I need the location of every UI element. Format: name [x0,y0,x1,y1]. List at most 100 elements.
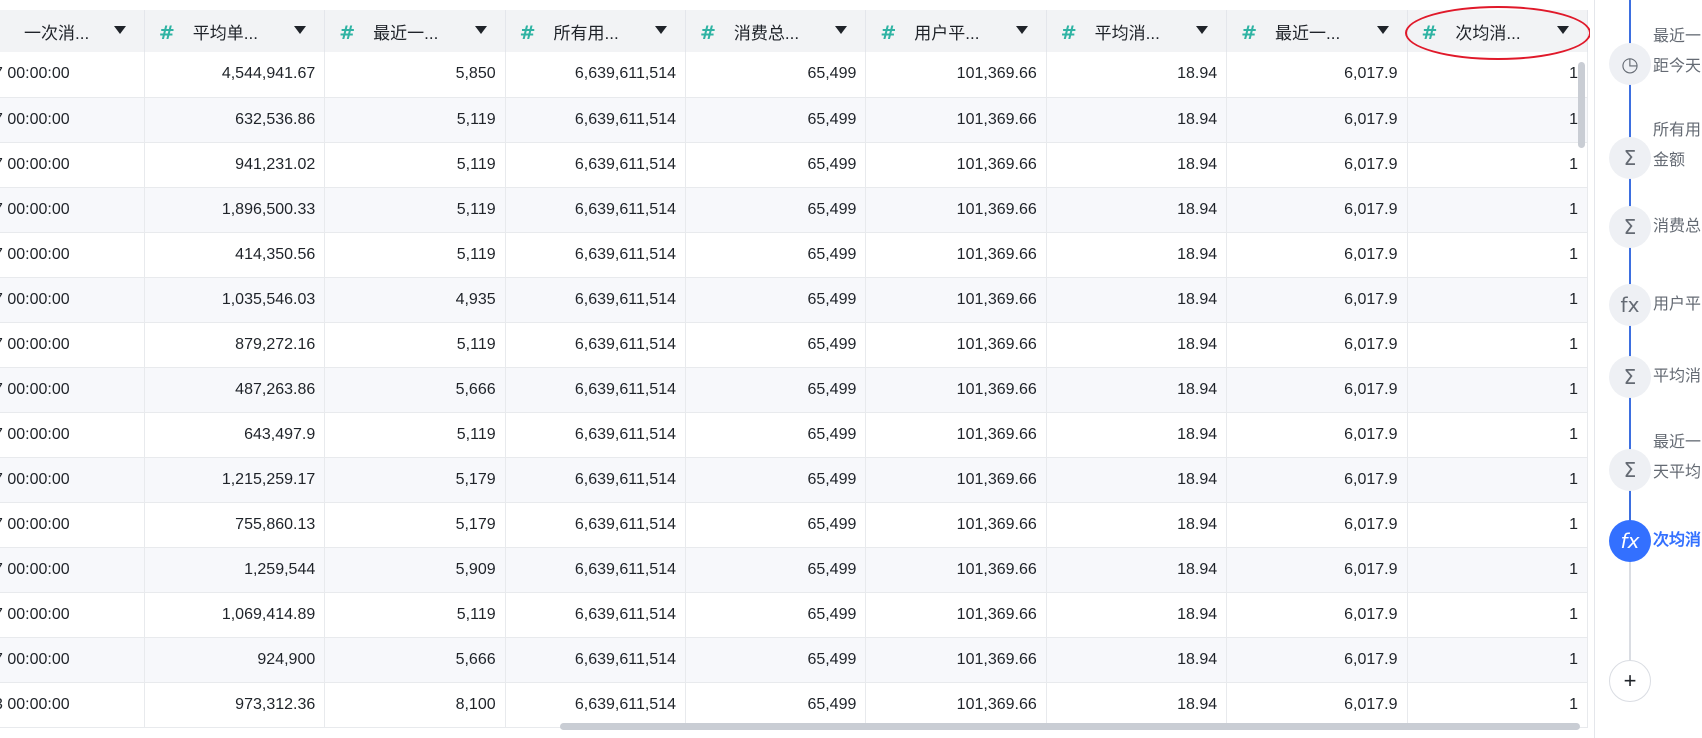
table-cell[interactable]: 18.94 [1046,592,1228,638]
column-header-3[interactable]: # 所有用... [505,10,687,52]
table-cell[interactable]: 18.94 [1046,322,1228,368]
table-cell[interactable]: 101,369.66 [865,457,1047,503]
table-cell[interactable]: 65,499 [685,412,867,458]
table-cell[interactable]: 6,017.9 [1226,637,1408,683]
vertical-scrollbar[interactable] [1578,62,1585,148]
table-cell[interactable]: 7 00:00:00 [0,322,145,368]
table-cell[interactable]: 101,369.66 [865,232,1047,278]
table-cell[interactable]: 101,369.66 [865,547,1047,593]
table-cell[interactable]: 65,499 [685,232,867,278]
column-header-5[interactable]: # 用户平... [865,10,1047,52]
caret-down-icon[interactable] [1015,26,1028,34]
table-cell[interactable]: 18.94 [1046,457,1228,503]
table-cell[interactable]: 6,639,611,514 [505,322,687,368]
table-cell[interactable]: 65,499 [685,52,867,98]
table-cell[interactable]: 65,499 [685,277,867,323]
table-cell[interactable]: 65,499 [685,547,867,593]
table-cell[interactable]: 6,017.9 [1226,682,1408,728]
table-cell[interactable]: 18.94 [1046,52,1228,98]
table-cell[interactable]: 1 [1407,367,1588,413]
table-cell[interactable]: 1,215,259.17 [144,457,326,503]
table-cell[interactable]: 1 [1407,187,1588,233]
table-cell[interactable]: 101,369.66 [865,412,1047,458]
table-cell[interactable]: 101,369.66 [865,682,1047,728]
table-row[interactable]: 7 00:00:00 643,497.9 5,119 6,639,611,514 65,… [0,412,1588,458]
table-cell[interactable]: 6,639,611,514 [505,187,687,233]
column-header-2[interactable]: # 最近一... [324,10,506,52]
table-cell[interactable]: 5,666 [324,637,506,683]
table-cell[interactable]: 5,119 [324,232,506,278]
table-cell[interactable]: 5,850 [324,52,506,98]
table-row[interactable]: 7 00:00:00 924,900 5,666 6,639,611,514 65,49… [0,637,1588,683]
table-row[interactable]: 7 00:00:00 1,259,544 5,909 6,639,611,514 65,… [0,547,1588,593]
table-cell[interactable]: 101,369.66 [865,322,1047,368]
table-cell[interactable]: 1,259,544 [144,547,326,593]
table-cell[interactable]: 7 00:00:00 [0,592,145,638]
table-cell[interactable]: 7 00:00:00 [0,457,145,503]
table-row[interactable]: 7 00:00:00 1,215,259.17 5,179 6,639,611,514… [0,457,1588,503]
table-cell[interactable]: 6,639,611,514 [505,232,687,278]
table-cell[interactable]: 7 00:00:00 [0,502,145,548]
table-cell[interactable]: 65,499 [685,322,867,368]
table-cell[interactable]: 101,369.66 [865,187,1047,233]
table-cell[interactable]: 1 [1407,277,1588,323]
table-cell[interactable]: 5,909 [324,547,506,593]
caret-down-icon[interactable] [113,26,126,34]
table-cell[interactable]: 755,860.13 [144,502,326,548]
table-cell[interactable]: 6,639,611,514 [505,412,687,458]
table-cell[interactable]: 5,119 [324,412,506,458]
table-cell[interactable]: 65,499 [685,637,867,683]
table-cell[interactable]: 1 [1407,142,1588,188]
table-cell[interactable]: 8,100 [324,682,506,728]
table-cell[interactable]: 879,272.16 [144,322,326,368]
table-row[interactable]: 7 00:00:00 1,896,500.33 5,119 6,639,611,514… [0,187,1588,233]
table-cell[interactable]: 18.94 [1046,412,1228,458]
table-cell[interactable]: 7 00:00:00 [0,547,145,593]
table-cell[interactable]: 6,017.9 [1226,187,1408,233]
table-row[interactable]: 7 00:00:00 1,035,546.03 4,935 6,639,611,514… [0,277,1588,323]
table-cell[interactable]: 6,017.9 [1226,277,1408,323]
table-cell[interactable]: 6,017.9 [1226,97,1408,143]
table-cell[interactable]: 4,544,941.67 [144,52,326,98]
table-cell[interactable]: 6,639,611,514 [505,97,687,143]
table-cell[interactable]: 101,369.66 [865,277,1047,323]
table-row[interactable]: 7 00:00:00 414,350.56 5,119 6,639,611,514 65… [0,232,1588,278]
table-cell[interactable]: 18.94 [1046,502,1228,548]
caret-down-icon[interactable] [1196,26,1209,34]
table-cell[interactable]: 101,369.66 [865,637,1047,683]
table-cell[interactable]: 6,017.9 [1226,457,1408,503]
table-row[interactable]: 7 00:00:00 1,069,414.89 5,119 6,639,611,514… [0,592,1588,638]
table-cell[interactable]: 18.94 [1046,97,1228,143]
table-cell[interactable]: 1 [1407,232,1588,278]
table-cell[interactable]: 6,639,611,514 [505,277,687,323]
table-cell[interactable]: 65,499 [685,502,867,548]
table-cell[interactable]: 18.94 [1046,682,1228,728]
caret-down-icon[interactable] [1557,26,1569,34]
table-cell[interactable]: 5,179 [324,502,506,548]
table-cell[interactable]: 101,369.66 [865,502,1047,548]
table-cell[interactable]: 7 00:00:00 [0,637,145,683]
table-cell[interactable]: 5,119 [324,322,506,368]
table-cell[interactable]: 6,639,611,514 [505,367,687,413]
column-header-1[interactable]: # 平均单... [144,10,326,52]
table-cell[interactable]: 18.94 [1046,142,1228,188]
table-cell[interactable]: 3 00:00:00 [0,682,145,728]
table-cell[interactable]: 973,312.36 [144,682,326,728]
table-cell[interactable]: 101,369.66 [865,592,1047,638]
table-cell[interactable]: 5,179 [324,457,506,503]
table-cell[interactable]: 5,119 [324,97,506,143]
column-header-7[interactable]: # 最近一... [1226,10,1408,52]
table-cell[interactable]: 7 00:00:00 [0,277,145,323]
table-cell[interactable]: 101,369.66 [865,142,1047,188]
caret-down-icon[interactable] [474,26,487,34]
table-cell[interactable]: 101,369.66 [865,97,1047,143]
table-cell[interactable]: 7 00:00:00 [0,52,145,98]
table-cell[interactable]: 18.94 [1046,187,1228,233]
table-cell[interactable]: 18.94 [1046,232,1228,278]
table-cell[interactable]: 65,499 [685,682,867,728]
caret-down-icon[interactable] [655,26,667,34]
table-cell[interactable]: 65,499 [685,367,867,413]
table-cell[interactable]: 1 [1407,502,1588,548]
table-cell[interactable]: 6,017.9 [1226,52,1408,98]
column-header-4[interactable]: # 消费总... [685,10,867,52]
